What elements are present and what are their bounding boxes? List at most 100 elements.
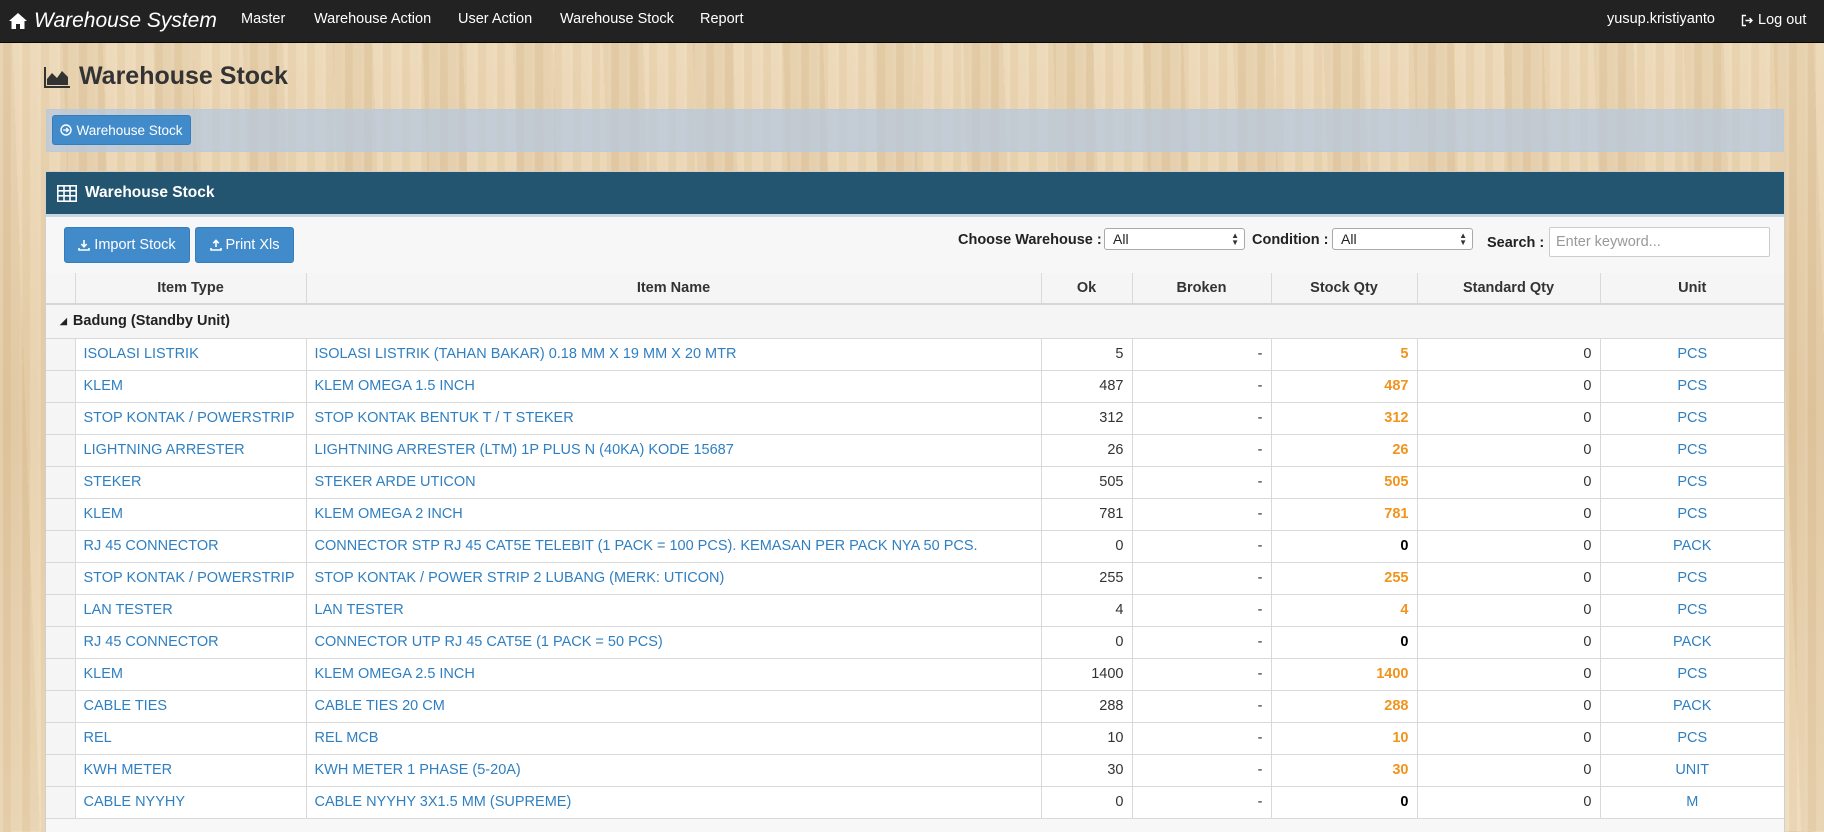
item-name-link[interactable]: KLEM OMEGA 2 INCH xyxy=(305,498,1041,531)
item-type-link[interactable]: ISOLASI LISTRIK xyxy=(74,338,306,371)
unit-link[interactable]: M xyxy=(1599,786,1784,819)
unit-link[interactable]: PACK xyxy=(1599,690,1784,723)
item-type-link[interactable]: LAN TESTER xyxy=(74,594,306,627)
logout-link[interactable]: Log out xyxy=(1741,0,1806,40)
column-header-broken[interactable]: Broken xyxy=(1131,273,1271,305)
unit-link[interactable]: PCS xyxy=(1599,466,1784,499)
user-menu[interactable]: yusup.kristiyanto xyxy=(1607,0,1715,40)
table-row[interactable]: REL REL MCB 10-10 0 PCS xyxy=(46,722,1784,755)
table-row[interactable]: KLEM KLEM OMEGA 2 INCH 781-781 0 PCS xyxy=(46,498,1784,531)
item-name-link[interactable]: CONNECTOR STP RJ 45 CAT5E TELEBIT (1 PAC… xyxy=(305,530,1041,563)
item-type-link[interactable]: KLEM xyxy=(74,658,306,691)
stock-qty-cell: 0 xyxy=(1270,530,1417,563)
brand-link[interactable]: Warehouse System xyxy=(8,0,217,42)
broken-qty-cell: - xyxy=(1131,338,1271,371)
standard-qty-cell: 0 xyxy=(1416,754,1600,787)
warehouse-select[interactable]: All ▲ ▼ xyxy=(1104,228,1245,250)
item-type-link[interactable]: LIGHTNING ARRESTER xyxy=(74,434,306,467)
column-header-item-name[interactable]: Item Name xyxy=(305,273,1041,305)
unit-link[interactable]: PACK xyxy=(1599,626,1784,659)
table-row[interactable]: ISOLASI LISTRIK ISOLASI LISTRIK (TAHAN BA… xyxy=(46,338,1784,371)
stock-panel: Warehouse Stock Import Stock Print Xls C… xyxy=(45,171,1785,832)
unit-link[interactable]: PCS xyxy=(1599,370,1784,403)
item-name-link[interactable]: CABLE TIES 20 CM xyxy=(305,690,1041,723)
warehouse-stock-breadcrumb-button[interactable]: Warehouse Stock xyxy=(52,115,191,145)
item-name-link[interactable]: LAN TESTER xyxy=(305,594,1041,627)
condition-select[interactable]: All ▲ ▼ xyxy=(1332,228,1473,250)
item-name-link[interactable]: CABLE NYYHY 3X1.5 MM (SUPREME) xyxy=(305,786,1041,819)
ok-qty-cell: 0 xyxy=(1040,530,1132,563)
table-row[interactable]: LAN TESTER LAN TESTER 4-4 0 PCS xyxy=(46,594,1784,627)
column-header-expander xyxy=(46,273,75,305)
top-navbar: Warehouse System Master Warehouse Action… xyxy=(0,0,1824,43)
table-row[interactable]: LIGHTNING ARRESTER LIGHTNING ARRESTER (LT… xyxy=(46,434,1784,467)
item-type-link[interactable]: CABLE TIES xyxy=(74,690,306,723)
stock-qty-cell: 26 xyxy=(1270,434,1417,467)
item-type-link[interactable]: RJ 45 CONNECTOR xyxy=(74,626,306,659)
column-header-unit[interactable]: Unit xyxy=(1599,273,1784,305)
group-cell[interactable]: ◢ Badung (Standby Unit) xyxy=(46,304,1784,339)
table-row[interactable]: STOP KONTAK / POWERSTRIP STOP KONTAK / PO… xyxy=(46,562,1784,595)
column-header-stock-qty[interactable]: Stock Qty xyxy=(1270,273,1417,305)
search-input[interactable] xyxy=(1549,227,1770,257)
item-name-link[interactable]: STOP KONTAK BENTUK T / T STEKER xyxy=(305,402,1041,435)
broken-qty-cell: - xyxy=(1131,722,1271,755)
unit-link[interactable]: PCS xyxy=(1599,434,1784,467)
logout-icon xyxy=(1741,14,1753,26)
unit-link[interactable]: PCS xyxy=(1599,658,1784,691)
nav-master[interactable]: Master xyxy=(241,0,285,40)
collapse-caret-icon[interactable]: ◢ xyxy=(60,316,67,326)
item-name-link[interactable]: KLEM OMEGA 2.5 INCH xyxy=(305,658,1041,691)
table-row[interactable]: STEKER STEKER ARDE UTICON 505-505 0 PCS xyxy=(46,466,1784,499)
item-type-link[interactable]: KLEM xyxy=(74,498,306,531)
item-type-link[interactable]: KLEM xyxy=(74,370,306,403)
table-row[interactable]: CABLE NYYHY CABLE NYYHY 3X1.5 MM (SUPREME… xyxy=(46,786,1784,819)
item-type-link[interactable]: KWH METER xyxy=(74,754,306,787)
group-row[interactable]: ◢ Badung (Standby Unit) xyxy=(46,304,1784,339)
unit-link[interactable]: PCS xyxy=(1599,562,1784,595)
upload-icon xyxy=(209,239,222,251)
column-header-standard-qty[interactable]: Standard Qty xyxy=(1416,273,1600,305)
column-header-ok[interactable]: Ok xyxy=(1040,273,1132,305)
item-type-link[interactable]: RJ 45 CONNECTOR xyxy=(74,530,306,563)
item-type-link[interactable]: CABLE NYYHY xyxy=(74,786,306,819)
nav-user-action[interactable]: User Action xyxy=(458,0,532,40)
broken-qty-cell: - xyxy=(1131,370,1271,403)
broken-qty-cell: - xyxy=(1131,498,1271,531)
item-type-link[interactable]: STOP KONTAK / POWERSTRIP xyxy=(74,402,306,435)
unit-link[interactable]: PCS xyxy=(1599,722,1784,755)
nav-warehouse-stock[interactable]: Warehouse Stock xyxy=(560,0,674,40)
unit-link[interactable]: PCS xyxy=(1599,338,1784,371)
unit-link[interactable]: PCS xyxy=(1599,402,1784,435)
table-row[interactable]: STOP KONTAK / POWERSTRIP STOP KONTAK BENT… xyxy=(46,402,1784,435)
import-stock-button[interactable]: Import Stock xyxy=(64,227,190,263)
item-name-link[interactable]: LIGHTNING ARRESTER (LTM) 1P PLUS N (40KA… xyxy=(305,434,1041,467)
item-name-link[interactable]: KWH METER 1 PHASE (5-20A) xyxy=(305,754,1041,787)
unit-link[interactable]: PCS xyxy=(1599,498,1784,531)
table-row[interactable]: RJ 45 CONNECTOR CONNECTOR STP RJ 45 CAT5E… xyxy=(46,530,1784,563)
item-type-link[interactable]: REL xyxy=(74,722,306,755)
unit-link[interactable]: UNIT xyxy=(1599,754,1784,787)
download-icon xyxy=(78,240,91,251)
table-row[interactable]: RJ 45 CONNECTOR CONNECTOR UTP RJ 45 CAT5E… xyxy=(46,626,1784,659)
nav-warehouse-action[interactable]: Warehouse Action xyxy=(314,0,431,40)
item-name-link[interactable]: KLEM OMEGA 1.5 INCH xyxy=(305,370,1041,403)
item-name-link[interactable]: CONNECTOR UTP RJ 45 CAT5E (1 PACK = 50 P… xyxy=(305,626,1041,659)
unit-link[interactable]: PACK xyxy=(1599,530,1784,563)
ok-qty-cell: 26 xyxy=(1040,434,1132,467)
unit-link[interactable]: PCS xyxy=(1599,594,1784,627)
item-name-link[interactable]: STOP KONTAK / POWER STRIP 2 LUBANG (MERK… xyxy=(305,562,1041,595)
row-expander-cell xyxy=(46,754,75,787)
table-row[interactable]: KLEM KLEM OMEGA 2.5 INCH 1400-1400 0 PCS xyxy=(46,658,1784,691)
item-name-link[interactable]: STEKER ARDE UTICON xyxy=(305,466,1041,499)
nav-report[interactable]: Report xyxy=(700,0,744,40)
item-type-link[interactable]: STEKER xyxy=(74,466,306,499)
table-row[interactable]: KWH METER KWH METER 1 PHASE (5-20A) 30-30 0… xyxy=(46,754,1784,787)
item-name-link[interactable]: REL MCB xyxy=(305,722,1041,755)
column-header-item-type[interactable]: Item Type xyxy=(74,273,306,305)
print-xls-button[interactable]: Print Xls xyxy=(195,227,294,263)
item-type-link[interactable]: STOP KONTAK / POWERSTRIP xyxy=(74,562,306,595)
table-row[interactable]: KLEM KLEM OMEGA 1.5 INCH 487-487 0 PCS xyxy=(46,370,1784,403)
item-name-link[interactable]: ISOLASI LISTRIK (TAHAN BAKAR) 0.18 MM X … xyxy=(305,338,1041,371)
table-row[interactable]: CABLE TIES CABLE TIES 20 CM 288-288 0 PACK xyxy=(46,690,1784,723)
